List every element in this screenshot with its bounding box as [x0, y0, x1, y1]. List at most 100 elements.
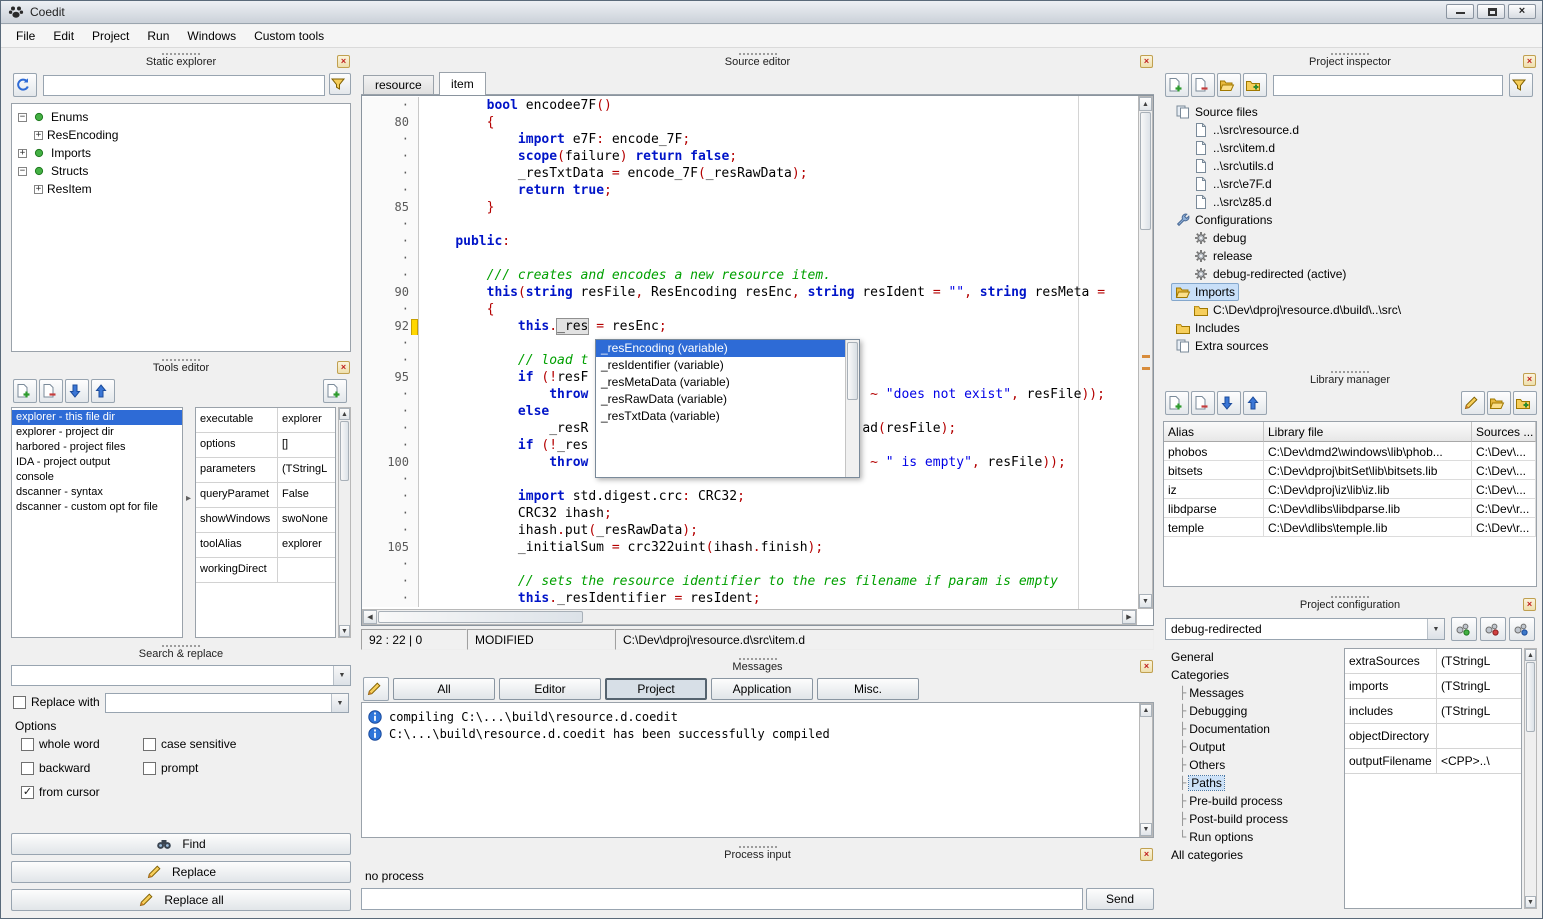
code-line[interactable]: 105 _initialSum = crc322uint(ihash.finis… — [362, 539, 1137, 556]
panel-grip[interactable] — [162, 645, 200, 647]
scroll-left-icon[interactable]: ◀ — [363, 610, 377, 624]
library-row[interactable]: templeC:\Dev\dlibs\temple.libC:\Dev\r... — [1164, 518, 1536, 537]
expand-expander-icon[interactable]: + — [34, 131, 43, 140]
clear-messages-button[interactable] — [363, 677, 389, 701]
config-category[interactable]: ├Paths — [1165, 774, 1341, 792]
code-line[interactable]: · scope(failure) return false; — [362, 148, 1137, 165]
open-project-button[interactable] — [1217, 73, 1241, 97]
tab-resource[interactable]: resource — [363, 75, 434, 94]
minimize-button[interactable] — [1446, 4, 1474, 19]
code-line[interactable]: · // sets the resource identifier to the… — [362, 573, 1137, 590]
send-button[interactable]: Send — [1086, 888, 1154, 910]
chevron-down-icon[interactable]: ▼ — [1427, 619, 1444, 639]
config-category[interactable]: └Run options — [1165, 828, 1341, 846]
inspector-tree-item[interactable]: ..\src\resource.d — [1163, 121, 1537, 139]
filter-editor[interactable]: Editor — [499, 678, 601, 700]
messages-scrollbar[interactable]: ▲ ▼ — [1139, 703, 1153, 837]
remove-library-button[interactable] — [1191, 391, 1215, 415]
message-item[interactable]: compiling C:\...\build\resource.d.coedit — [362, 708, 1153, 725]
checkbox-whole-word[interactable]: whole word — [21, 737, 100, 751]
inspector-tree-item[interactable]: ..\src\z85.d — [1163, 193, 1537, 211]
close-button[interactable]: × — [1508, 4, 1536, 19]
static-tree-item[interactable]: −Structs — [12, 162, 350, 180]
filter-button[interactable] — [1509, 73, 1533, 97]
column-header[interactable]: Alias — [1164, 422, 1264, 442]
move-tool-up-button[interactable] — [91, 379, 115, 403]
panel-grip[interactable] — [739, 53, 777, 55]
config-category[interactable]: ├Output — [1165, 738, 1341, 756]
completion-item[interactable]: _resMetaData (variable) — [596, 374, 845, 391]
inspector-tree-item[interactable]: ..\src\utils.d — [1163, 157, 1537, 175]
code-line[interactable]: · CRC32 ihash; — [362, 505, 1137, 522]
inspector-tree-item[interactable]: Includes — [1163, 319, 1537, 337]
checkbox-prompt[interactable]: prompt — [143, 761, 198, 775]
scroll-thumb[interactable] — [378, 611, 583, 623]
menu-custom-tools[interactable]: Custom tools — [245, 26, 333, 46]
menu-project[interactable]: Project — [83, 26, 138, 46]
scroll-thumb[interactable] — [1140, 112, 1151, 230]
scroll-up-icon[interactable]: ▲ — [1525, 649, 1536, 661]
scroll-up-icon[interactable]: ▲ — [1140, 704, 1152, 717]
tool-list-item[interactable]: harbored - project files — [12, 440, 182, 455]
completion-item[interactable]: _resEncoding (variable) — [596, 340, 845, 357]
inspector-tree-item[interactable]: Extra sources — [1163, 337, 1537, 355]
code-line[interactable]: · public: — [362, 233, 1137, 250]
config-category[interactable]: ├Messages — [1165, 684, 1341, 702]
delete-configuration-button[interactable] — [1480, 617, 1506, 641]
tool-list-item[interactable]: explorer - project dir — [12, 425, 182, 440]
add-source-button[interactable] — [1165, 73, 1189, 97]
code-line[interactable]: · import std.digest.crc: CRC32; — [362, 488, 1137, 505]
close-panel-icon[interactable]: × — [337, 361, 350, 374]
refresh-button[interactable] — [13, 73, 37, 97]
collapse-expander-icon[interactable]: − — [18, 113, 27, 122]
filter-misc[interactable]: Misc. — [817, 678, 919, 700]
add-library-button[interactable] — [1165, 391, 1189, 415]
code-line[interactable]: · — [362, 216, 1137, 233]
menu-run[interactable]: Run — [138, 26, 178, 46]
inspector-tree-item[interactable]: ..\src\e7F.d — [1163, 175, 1537, 193]
inspector-tree-item[interactable]: release — [1163, 247, 1537, 265]
panel-grip[interactable] — [739, 846, 777, 848]
property-value[interactable]: explorer — [278, 533, 335, 557]
property-value[interactable] — [278, 558, 335, 582]
filter-project[interactable]: Project — [605, 678, 707, 700]
tool-list-item[interactable]: IDA - project output — [12, 455, 182, 470]
inspector-tree-item[interactable]: C:\Dev\dproj\resource.d\build\..\src\ — [1163, 301, 1537, 319]
code-line[interactable]: · ihash.put(_resRawData); — [362, 522, 1137, 539]
scroll-up-icon[interactable]: ▲ — [1139, 97, 1152, 111]
close-panel-icon[interactable]: × — [1140, 848, 1153, 861]
filter-application[interactable]: Application — [711, 678, 813, 700]
property-value[interactable]: [] — [278, 433, 335, 457]
clone-tool-button[interactable] — [323, 379, 347, 403]
close-panel-icon[interactable]: × — [337, 55, 350, 68]
code-line[interactable]: · return true; — [362, 182, 1137, 199]
inspector-tree-item[interactable]: debug-redirected (active) — [1163, 265, 1537, 283]
collapse-expander-icon[interactable]: − — [18, 167, 27, 176]
property-value[interactable]: swoNone — [278, 508, 335, 532]
remove-tool-button[interactable] — [39, 379, 63, 403]
scroll-thumb[interactable] — [1526, 662, 1535, 732]
static-tree-item[interactable]: +ResEncoding — [12, 126, 350, 144]
menu-windows[interactable]: Windows — [178, 26, 245, 46]
code-line[interactable]: · /// creates and encodes a new resource… — [362, 267, 1137, 284]
property-value[interactable]: False — [278, 483, 335, 507]
find-button[interactable]: Find — [11, 833, 351, 855]
inspector-tree-item[interactable]: debug — [1163, 229, 1537, 247]
configuration-selector[interactable]: debug-redirected ▼ — [1165, 618, 1445, 640]
checkbox-replace-with[interactable]: Replace with — [13, 695, 100, 709]
move-library-up-button[interactable] — [1243, 391, 1267, 415]
close-panel-icon[interactable]: × — [1140, 660, 1153, 673]
add-library-folder-button[interactable] — [1513, 391, 1537, 415]
library-row[interactable]: izC:\Dev\dproj\iz\lib\iz.libC:\Dev\... — [1164, 480, 1536, 499]
inspector-tree-item[interactable]: Configurations — [1163, 211, 1537, 229]
panel-grip[interactable] — [162, 359, 200, 361]
code-line[interactable]: 92 this._res = resEnc; — [362, 318, 1137, 335]
property-value[interactable]: (TStringL — [1437, 649, 1521, 673]
replace-combo[interactable]: ▼ — [105, 693, 349, 713]
checkbox-case-sensitive[interactable]: case sensitive — [143, 737, 236, 751]
code-line[interactable]: · this._resIdentifier = resIdent; — [362, 590, 1137, 607]
menu-file[interactable]: File — [7, 26, 44, 46]
inspector-tree-item[interactable]: ..\src\item.d — [1163, 139, 1537, 157]
editor-vertical-scrollbar[interactable]: ▲ ▼ — [1138, 96, 1153, 609]
inspector-tree-item[interactable]: Source files — [1163, 103, 1537, 121]
